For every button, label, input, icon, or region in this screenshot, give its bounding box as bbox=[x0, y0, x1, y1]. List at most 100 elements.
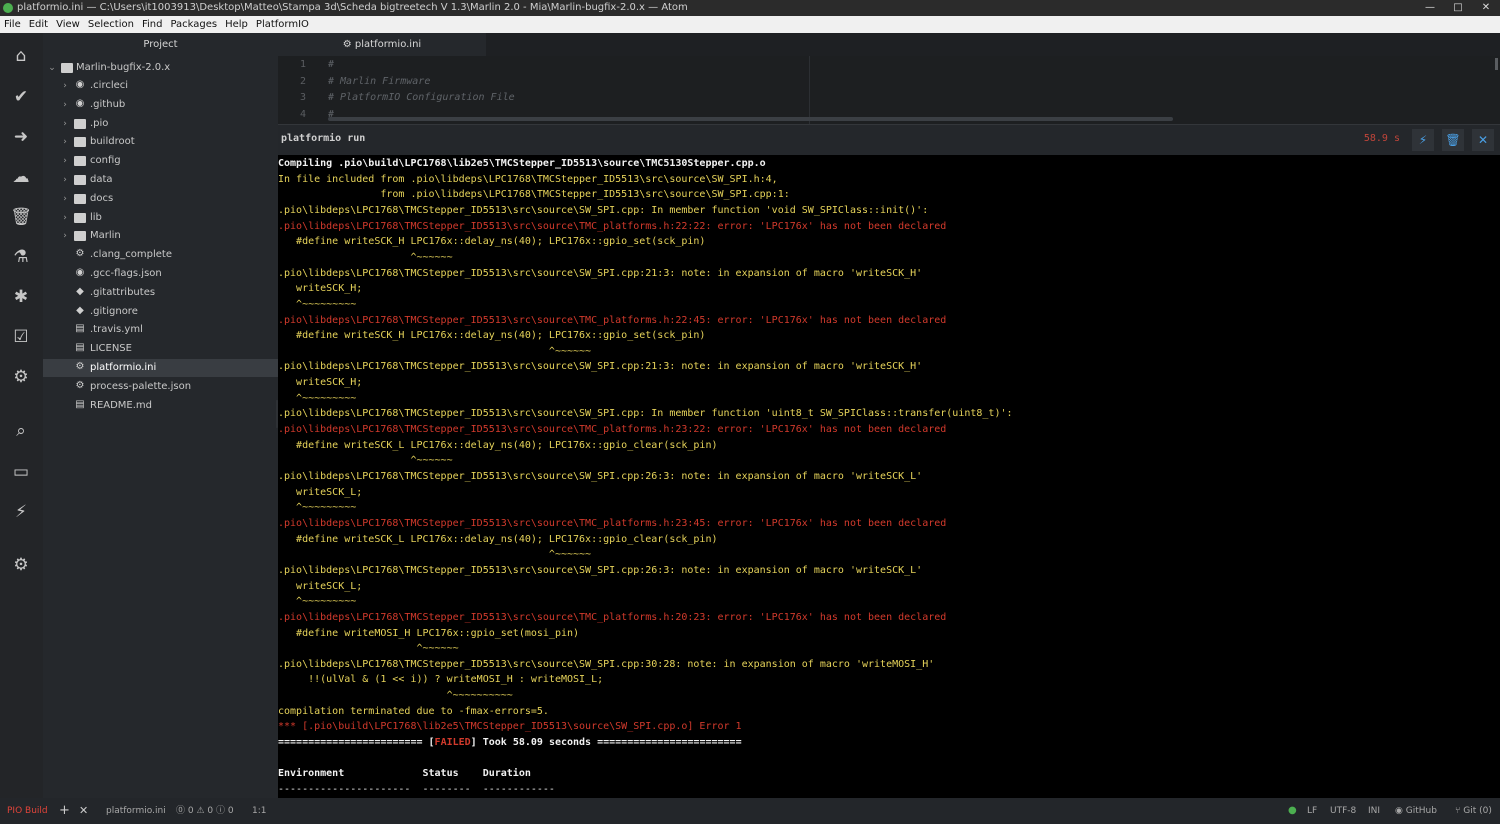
horizontal-scrollbar[interactable] bbox=[328, 117, 1173, 121]
close-window-button[interactable]: ✕ bbox=[1472, 0, 1500, 16]
chevron-right-icon: › bbox=[63, 81, 67, 91]
code-line: # PlatformIO Configuration File bbox=[328, 92, 515, 103]
tree-folder[interactable]: › docs bbox=[43, 190, 278, 208]
tree-root-label: Marlin-bugfix-2.0.x bbox=[76, 62, 171, 73]
maximize-button[interactable]: □ bbox=[1444, 0, 1472, 16]
check-list-icon[interactable]: ☑ bbox=[10, 326, 32, 348]
trash-clean-icon[interactable]: 🗑 bbox=[10, 206, 32, 228]
terminal-line: *** [.pio\build\LPC1768\lib2e5\TMCSteppe… bbox=[278, 721, 742, 733]
menu-find[interactable]: Find bbox=[138, 16, 167, 33]
minimize-button[interactable]: — bbox=[1416, 0, 1444, 16]
home-icon[interactable]: ⌂ bbox=[10, 45, 32, 67]
terminal-line: .pio\libdeps\LPC1768\TMCStepper_ID5513\s… bbox=[278, 611, 947, 623]
menu-help[interactable]: Help bbox=[221, 16, 252, 33]
tree-item-label: LICENSE bbox=[90, 343, 132, 355]
status-bar: PIO Build + ✕ platformio.ini ⓪ 0 ⚠ 0 ⓘ 0… bbox=[0, 798, 1500, 824]
tree-item-label: .github bbox=[90, 98, 126, 110]
menu-file[interactable]: File bbox=[0, 16, 25, 33]
build-check-icon[interactable]: ✔ bbox=[10, 86, 32, 108]
close-terminal-tab-button[interactable]: ✕ bbox=[79, 798, 88, 824]
chevron-right-icon: › bbox=[63, 156, 67, 167]
tree-file[interactable]: ⚙ platformio.ini bbox=[43, 359, 278, 377]
file-icon: ⚙ bbox=[75, 361, 85, 372]
tree-file[interactable]: ▤ .travis.yml bbox=[43, 321, 278, 339]
tree-file[interactable]: ⚙ .clang_complete bbox=[43, 246, 278, 264]
terminal-line: ^~~~~~~~~~ bbox=[278, 596, 357, 608]
tree-file[interactable]: ⚙ process-palette.json bbox=[43, 378, 278, 396]
diagnostics-counter[interactable]: ⓪ 0 ⚠ 0 ⓘ 0 bbox=[176, 798, 234, 824]
tree-file[interactable]: ◆ .gitattributes bbox=[43, 284, 278, 302]
run-terminal-button[interactable]: ⚡ bbox=[1412, 129, 1434, 151]
cursor-position[interactable]: 1:1 bbox=[252, 798, 266, 824]
terminal-line: .pio\libdeps\LPC1768\TMCStepper_ID5513\s… bbox=[278, 204, 929, 216]
code-editor[interactable]: 1 #2 # Marlin Firmware 3 # PlatformIO Config… bbox=[278, 56, 1500, 124]
tree-file[interactable]: ▤ README.md bbox=[43, 397, 278, 415]
debug-bug-icon[interactable]: ✱ bbox=[10, 286, 32, 308]
window-title-bar: platformio.ini — C:\Users\it1003913\Desk… bbox=[0, 0, 1500, 16]
tree-folder[interactable]: › data bbox=[43, 171, 278, 189]
test-flask-icon[interactable]: ⚗ bbox=[10, 246, 32, 268]
build-output-terminal[interactable]: Compiling .pio\build\LPC1768\lib2e5\TMCS… bbox=[278, 155, 1500, 798]
tree-item-label: .circleci bbox=[90, 80, 129, 91]
tree-folder[interactable]: › lib bbox=[43, 209, 278, 227]
grammar-selector[interactable]: INI bbox=[1368, 798, 1380, 824]
git-tab-button[interactable]: ⑂ Git (0) bbox=[1455, 798, 1492, 824]
menu-packages[interactable]: Packages bbox=[166, 16, 221, 33]
menu-view[interactable]: View bbox=[52, 16, 84, 33]
terminal-line: ^~~~~~~~~~ bbox=[278, 502, 357, 514]
tab-platformio-ini[interactable]: ⚙ platformio.ini bbox=[278, 33, 486, 56]
tree-file[interactable]: ▤ LICENSE bbox=[43, 340, 278, 358]
folder-icon bbox=[74, 137, 86, 148]
status-dot-icon: ● bbox=[1288, 805, 1297, 816]
terminal-line: compilation terminated due to -fmax-erro… bbox=[278, 705, 549, 717]
terminal-line: ^~~~~~~ bbox=[278, 251, 453, 263]
file-icon: ▤ bbox=[75, 398, 85, 410]
github-icon: ◉ bbox=[1395, 806, 1406, 816]
tree-folder[interactable]: › ◉ .github bbox=[43, 96, 278, 114]
vertical-scrollbar[interactable] bbox=[1495, 58, 1498, 70]
close-terminal-button[interactable]: ✕ bbox=[1472, 129, 1494, 151]
tree-folder[interactable]: › .pio bbox=[43, 115, 278, 133]
terminal-line: writeSCK_H; bbox=[278, 377, 363, 389]
chevron-right-icon: › bbox=[63, 193, 67, 204]
line-ending-selector[interactable]: LF bbox=[1307, 798, 1317, 824]
settings-gear-icon[interactable]: ⚙ bbox=[10, 554, 32, 576]
status-file-name[interactable]: platformio.ini bbox=[106, 798, 166, 824]
terminal-icon[interactable]: ▭ bbox=[10, 461, 32, 483]
pio-build-tab[interactable]: PIO Build bbox=[7, 798, 48, 824]
menu-selection[interactable]: Selection bbox=[84, 16, 138, 33]
folder-icon bbox=[74, 231, 86, 242]
tree-item-label: .gcc-flags.json bbox=[90, 268, 162, 279]
tree-file[interactable]: ◆ .gitignore bbox=[43, 303, 278, 321]
search-icon[interactable]: ⌕ bbox=[10, 420, 32, 442]
chevron-right-icon: › bbox=[63, 175, 67, 185]
code-line: # bbox=[328, 59, 335, 70]
wrap-guide bbox=[809, 56, 810, 124]
file-icon: ⚙ bbox=[75, 379, 85, 391]
menu-edit[interactable]: Edit bbox=[25, 16, 52, 33]
tab-label: platformio.ini bbox=[354, 39, 422, 50]
add-terminal-button[interactable]: + bbox=[59, 798, 70, 824]
terminal-line: #define writeSCK_L LPC176x::delay_ns(40)… bbox=[278, 533, 718, 545]
terminal-line: ^~~~~~~ bbox=[278, 345, 592, 357]
tree-folder[interactable]: › config bbox=[43, 152, 278, 170]
tree-folder[interactable]: › Marlin bbox=[43, 227, 278, 245]
upload-arrow-icon[interactable]: ➜ bbox=[10, 126, 32, 148]
build-elapsed-time: 58.9 s bbox=[1363, 133, 1400, 144]
file-icon: ⚙ bbox=[75, 248, 85, 260]
settings-file-icon: ⚙ bbox=[342, 39, 355, 50]
tree-folder[interactable]: › buildroot bbox=[43, 133, 278, 151]
tree-item-label: config bbox=[90, 155, 121, 167]
github-tab-button[interactable]: ◉ GitHub bbox=[1395, 798, 1437, 824]
tree-folder[interactable]: › ◉ .circleci bbox=[43, 77, 278, 95]
device-icon[interactable]: ⚙ bbox=[10, 366, 32, 388]
tree-root-folder[interactable]: ⌄ Marlin-bugfix-2.0.x bbox=[43, 59, 278, 77]
encoding-selector[interactable]: UTF-8 bbox=[1330, 798, 1356, 824]
tree-file[interactable]: ◉ .gcc-flags.json bbox=[43, 265, 278, 283]
terminal-line: ======================== [FAILED] Took 5… bbox=[278, 735, 742, 750]
plug-icon[interactable]: ⚡ bbox=[10, 501, 32, 523]
menu-platformio[interactable]: PlatformIO bbox=[252, 16, 313, 33]
cloud-upload-icon[interactable]: ☁ bbox=[10, 166, 32, 188]
clear-terminal-button[interactable]: 🗑 bbox=[1442, 129, 1464, 151]
build-command-title: platformio run bbox=[281, 133, 366, 144]
